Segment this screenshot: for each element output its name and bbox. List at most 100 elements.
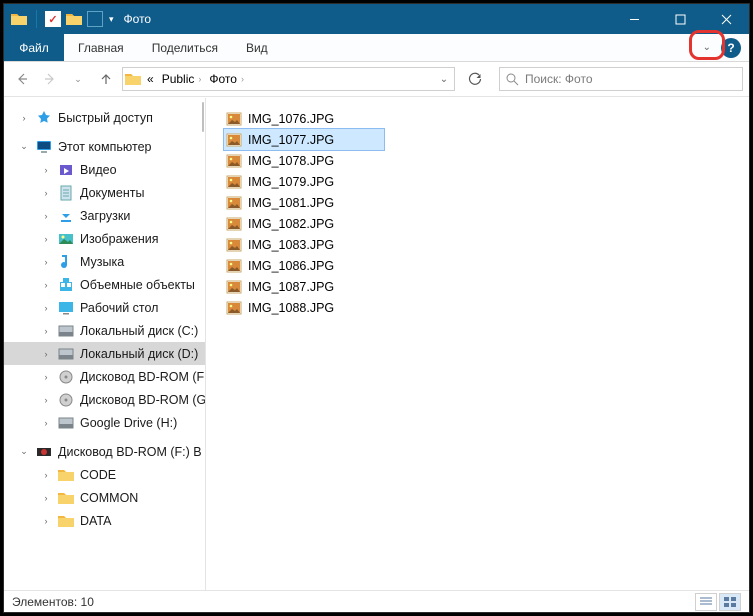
close-button[interactable] <box>703 4 749 34</box>
tree-item[interactable]: ›Рабочий стол <box>4 296 205 319</box>
chevron-right-icon[interactable]: › <box>40 372 52 382</box>
tree-item[interactable]: ›Дисковод BD-ROM (G:) <box>4 388 205 411</box>
item-icon <box>57 161 75 179</box>
tree-item[interactable]: ›Локальный диск (C:) <box>4 319 205 342</box>
monitor-icon <box>35 138 53 156</box>
tree-item[interactable]: ›Объемные объекты <box>4 273 205 296</box>
chevron-right-icon[interactable]: › <box>40 165 52 175</box>
qat-customize-icon[interactable] <box>87 11 103 27</box>
file-item[interactable]: IMG_1078.JPG <box>224 150 384 171</box>
chevron-right-icon[interactable]: › <box>40 280 52 290</box>
address-history-chevron-icon[interactable]: ⌄ <box>434 68 454 90</box>
chevron-right-icon[interactable]: › <box>40 257 52 267</box>
tree-scroll-indicator <box>202 102 204 132</box>
address-bar[interactable]: « Public› Фото› ⌄ <box>122 67 455 91</box>
item-icon <box>57 184 75 202</box>
tree-item[interactable]: ›Локальный диск (D:) <box>4 342 205 365</box>
nav-recent-chevron-icon[interactable]: ⌄ <box>66 67 90 91</box>
file-item[interactable]: IMG_1081.JPG <box>224 192 384 213</box>
tree-this-pc[interactable]: ⌄ Этот компьютер <box>4 135 205 158</box>
minimize-button[interactable] <box>611 4 657 34</box>
tree-item[interactable]: ›Изображения <box>4 227 205 250</box>
file-item[interactable]: IMG_1087.JPG <box>224 276 384 297</box>
image-file-icon <box>226 279 242 295</box>
breadcrumb[interactable]: Public› <box>158 72 206 86</box>
disc-icon <box>35 443 53 461</box>
chevron-down-icon[interactable]: ⌄ <box>18 141 30 152</box>
tree-item[interactable]: ›DATA <box>4 509 205 532</box>
item-icon <box>57 414 75 432</box>
view-details-button[interactable] <box>695 593 717 611</box>
help-button[interactable]: ? <box>721 38 741 58</box>
tree-item[interactable]: ›COMMON <box>4 486 205 509</box>
chevron-right-icon[interactable]: › <box>40 493 52 503</box>
tree-item[interactable]: ›Музыка <box>4 250 205 273</box>
file-item[interactable]: IMG_1088.JPG <box>224 297 384 318</box>
item-icon <box>57 345 75 363</box>
view-icons-button[interactable] <box>719 593 741 611</box>
file-item[interactable]: IMG_1077.JPG <box>224 129 384 150</box>
star-icon <box>35 109 53 127</box>
maximize-button[interactable] <box>657 4 703 34</box>
chevron-right-icon[interactable]: › <box>40 188 52 198</box>
search-input[interactable]: Поиск: Фото <box>499 67 743 91</box>
chevron-right-icon[interactable]: › <box>40 516 52 526</box>
tree-item[interactable]: ›Видео <box>4 158 205 181</box>
qat-newfolder-icon[interactable] <box>65 10 83 28</box>
file-item[interactable]: IMG_1086.JPG <box>224 255 384 276</box>
chevron-right-icon[interactable]: › <box>40 303 52 313</box>
image-file-icon <box>226 216 242 232</box>
window-title: Фото <box>124 12 152 26</box>
chevron-right-icon[interactable]: › <box>40 211 52 221</box>
chevron-down-icon[interactable]: ⌄ <box>18 446 30 457</box>
tree-item[interactable]: ›CODE <box>4 463 205 486</box>
title-bar[interactable]: ✓ ▾ Фото <box>4 4 749 34</box>
chevron-right-icon[interactable]: › <box>40 234 52 244</box>
nav-forward-button[interactable] <box>38 67 62 91</box>
chevron-right-icon: › <box>241 74 244 84</box>
chevron-right-icon: › <box>198 74 201 84</box>
chevron-right-icon[interactable]: › <box>40 326 52 336</box>
image-file-icon <box>226 111 242 127</box>
item-icon <box>57 368 75 386</box>
address-folder-icon <box>123 72 143 86</box>
tree-item[interactable]: ›Дисковод BD-ROM (F:) <box>4 365 205 388</box>
nav-bar: ⌄ « Public› Фото› ⌄ Поиск: Фото <box>4 62 749 97</box>
chevron-right-icon[interactable]: › <box>40 418 52 428</box>
search-placeholder: Поиск: Фото <box>525 72 593 86</box>
tree-bd-rom[interactable]: ⌄ Дисковод BD-ROM (F:) B <box>4 440 205 463</box>
chevron-right-icon[interactable]: › <box>40 349 52 359</box>
ribbon-tab-share[interactable]: Поделиться <box>138 34 232 61</box>
ribbon-tab-view[interactable]: Вид <box>232 34 282 61</box>
navigation-pane[interactable]: › Быстрый доступ ⌄ Этот компьютер ›Видео… <box>4 98 206 590</box>
breadcrumb[interactable]: Фото› <box>205 72 248 86</box>
refresh-button[interactable] <box>461 67 489 91</box>
item-icon <box>57 391 75 409</box>
image-file-icon <box>226 195 242 211</box>
file-item[interactable]: IMG_1076.JPG <box>224 108 384 129</box>
nav-up-button[interactable] <box>94 67 118 91</box>
status-bar: Элементов: 10 <box>4 590 749 612</box>
chevron-right-icon[interactable]: › <box>40 395 52 405</box>
tree-item[interactable]: ›Загрузки <box>4 204 205 227</box>
ribbon-file-tab[interactable]: Файл <box>4 34 64 61</box>
qat-properties-icon[interactable]: ✓ <box>45 11 61 27</box>
file-item[interactable]: IMG_1082.JPG <box>224 213 384 234</box>
file-list[interactable]: IMG_1076.JPGIMG_1077.JPGIMG_1078.JPGIMG_… <box>206 98 749 590</box>
breadcrumb-prefix[interactable]: « <box>143 72 158 86</box>
nav-back-button[interactable] <box>10 67 34 91</box>
ribbon-expand-icon[interactable]: ⌄ <box>703 42 711 53</box>
qat-chevron-down-icon[interactable]: ▾ <box>109 14 114 25</box>
chevron-right-icon[interactable]: › <box>40 470 52 480</box>
tree-item[interactable]: ›Google Drive (H:) <box>4 411 205 434</box>
folder-icon <box>57 512 75 530</box>
ribbon: Файл Главная Поделиться Вид ⌄ ? <box>4 34 749 62</box>
content-area: › Быстрый доступ ⌄ Этот компьютер ›Видео… <box>4 98 749 590</box>
chevron-right-icon[interactable]: › <box>18 113 30 123</box>
tree-item[interactable]: ›Документы <box>4 181 205 204</box>
file-item[interactable]: IMG_1079.JPG <box>224 171 384 192</box>
qat: ✓ ▾ <box>4 10 114 28</box>
file-item[interactable]: IMG_1083.JPG <box>224 234 384 255</box>
tree-quick-access[interactable]: › Быстрый доступ <box>4 106 205 129</box>
ribbon-tab-home[interactable]: Главная <box>64 34 138 61</box>
